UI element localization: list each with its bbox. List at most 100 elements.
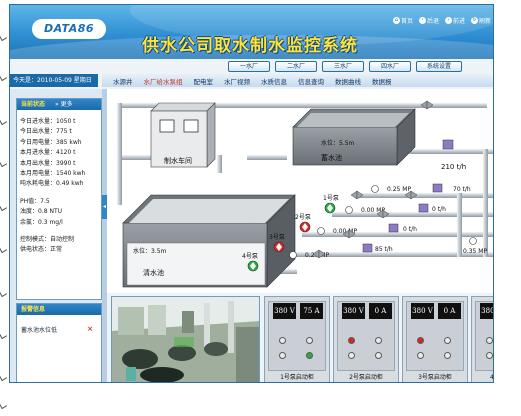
topnav-label: 刷新	[478, 18, 491, 25]
topnav-back[interactable]: ‹ 后退	[418, 16, 439, 25]
alarm-close-icon[interactable]: ×	[87, 325, 93, 334]
flow-meter-main: 210 t/h	[441, 139, 466, 171]
forward-icon: ›	[444, 17, 452, 24]
topnav-label: 后退	[426, 18, 439, 25]
pump-house-label: 制水车间	[164, 156, 192, 165]
main-menu: 水源井 水厂给水泵组 配电室 水厂视频 水质信息 信息查询 数据曲线 数据报	[102, 74, 493, 87]
stat-list: 今日进水量：1050 t 今日出水量：775 t 今日用电量：385 kwh 本月进水…	[17, 110, 101, 256]
indicator-lamp	[279, 337, 286, 344]
cabinet-1[interactable]: 380 V 75 A 1号泵启动柜	[264, 296, 330, 382]
cabinet-4[interactable]: 380 V 4号	[471, 296, 493, 382]
stat-row: 余氯：0.3 mg/l	[20, 218, 63, 226]
pump-2[interactable]: 2号泵	[295, 214, 311, 233]
voltage-meter: 380 V	[342, 303, 365, 319]
alarm-panel-header: 报警信息	[17, 304, 101, 315]
home-icon: ⌂	[392, 17, 400, 24]
tab-plant-5[interactable]: 系统设置	[416, 61, 462, 72]
current-meter: 0 A	[438, 303, 461, 319]
line-1-flow: 70 t/h	[453, 186, 471, 193]
margin-mark	[0, 72, 8, 82]
margin-mark	[0, 202, 8, 212]
menu-item-7[interactable]: 数据曲线	[335, 76, 361, 86]
clear-pool-level: 水位：3.5m	[133, 247, 167, 255]
menu-item-5[interactable]: 水质信息	[261, 76, 287, 86]
menu-item-3[interactable]: 配电室	[194, 76, 214, 86]
clear-water-pool: 水位：3.5m 清水池	[122, 194, 296, 288]
indicator-lamp	[306, 352, 313, 359]
pipe-main-riser	[483, 149, 488, 257]
more-link[interactable]: » 更多	[55, 99, 73, 110]
stat-row: 今日用电量：385 kwh	[20, 138, 82, 146]
video-feed[interactable]	[111, 296, 260, 382]
pump-1[interactable]: 1号泵	[323, 195, 339, 214]
pipe-header-3	[302, 232, 493, 237]
tab-plant-4[interactable]: 四水厂	[369, 61, 411, 72]
plant-tabs: 一水厂 二水厂 三水厂 四水厂 系统设置	[228, 61, 462, 72]
cabinet-3[interactable]: 380 V 0 A 3号泵启动柜	[402, 296, 468, 382]
current-meter: 75 A	[300, 303, 323, 319]
menu-item-8[interactable]: 数据报	[372, 76, 392, 86]
topnav-refresh[interactable]: ↻ 刷新	[470, 16, 491, 25]
video-frame	[112, 297, 259, 382]
tab-plant-1[interactable]: 一水厂	[228, 61, 270, 72]
main-flow-value: 210 t/h	[441, 163, 466, 171]
menu-item-2[interactable]: 水厂给水泵组	[144, 76, 183, 86]
stat-row: 本月出水量：3990 t	[20, 159, 76, 167]
app-title: 供水公司取水制水监控系统	[142, 36, 358, 56]
line-2-flow: 0 t/h	[432, 206, 446, 213]
cabinet-2[interactable]: 380 V 0 A 2号泵启动柜	[333, 296, 399, 382]
storage-tank: 水位：5.5m 蓄水池	[292, 108, 416, 166]
flow-meter-icon	[362, 243, 373, 253]
pipe-down	[117, 155, 122, 205]
process-diagram: 制水车间 水位：5.5m 蓄水池 水位：3.5m 清水池 210 t/h 1号泵…	[107, 89, 493, 293]
indicator-lamp	[375, 352, 382, 359]
tab-plant-3[interactable]: 三水厂	[322, 61, 364, 72]
pipe-header-2	[332, 212, 493, 217]
cabinet-label: 2号泵启动柜	[349, 374, 383, 381]
alarm-item[interactable]: 蓄水池水位低 ×	[17, 315, 101, 334]
alarm-panel-title: 报警信息	[21, 306, 46, 313]
indicator-lamp	[444, 352, 451, 359]
stat-row: 本月用电量：1540 kwh	[20, 170, 86, 178]
stat-row: 吨水耗电量：0.49 kwh	[20, 180, 84, 188]
margin-mark	[0, 372, 8, 382]
indicator-lamp	[279, 352, 286, 359]
stat-row: 今日进水量：1050 t	[20, 118, 76, 125]
topnav-label: 前进	[452, 18, 465, 25]
storage-tank-label: 蓄水池	[321, 153, 342, 162]
alarm-panel: 报警信息 蓄水池水位低 ×	[16, 303, 102, 382]
main-pressure: 0.35 MP	[463, 248, 487, 255]
status-panel: 当前状态 » 更多 今日进水量：1050 t 今日出水量：775 t 今日用电量：3…	[16, 98, 102, 300]
indicator-lamp	[348, 352, 355, 359]
menu-item-4[interactable]: 水厂视频	[224, 76, 250, 86]
topnav-forward[interactable]: › 前进	[444, 16, 465, 25]
indicator-lamp	[306, 337, 313, 344]
back-icon: ‹	[418, 17, 426, 24]
tab-plant-2[interactable]: 二水厂	[275, 61, 317, 72]
stat-row: 供电状态：正常	[20, 246, 63, 254]
topnav-label: 首页	[400, 18, 413, 25]
pressure-gauge-icon	[371, 185, 379, 193]
pressure-gauge-icon	[317, 227, 325, 235]
valve-icon	[350, 190, 358, 200]
line-1-pressure: 0.25 MP	[387, 186, 411, 193]
current-meter: 0 A	[369, 303, 392, 319]
top-nav: ⌂ 首页 ‹ 后退 › 前进 ↻ 刷新	[392, 16, 491, 25]
pipe-header-1	[357, 193, 493, 198]
indicator-lamp	[486, 352, 493, 359]
voltage-meter: 380 V	[411, 303, 434, 319]
flow-meter-icon	[418, 203, 429, 213]
indicator-lamp	[486, 337, 493, 344]
stat-row: 控制模式：自动控制	[20, 236, 75, 244]
pump-4-label: 4号泵	[242, 253, 258, 260]
app-window: DATA86 供水公司取水制水监控系统 ⌂ 首页 ‹ 后退 › 前进 ↻ 刷新 一水厂 二水厂三…	[9, 4, 494, 383]
menu-item-1[interactable]: 水源井	[113, 76, 133, 86]
stat-row: 今日出水量：775 t	[20, 128, 72, 136]
topnav-home[interactable]: ⌂ 首页	[392, 16, 413, 25]
menu-item-6[interactable]: 信息查询	[298, 76, 324, 86]
pressure-gauge-icon	[289, 251, 297, 259]
clear-pool-label: 清水池	[143, 268, 164, 277]
refresh-icon: ↻	[470, 17, 478, 24]
